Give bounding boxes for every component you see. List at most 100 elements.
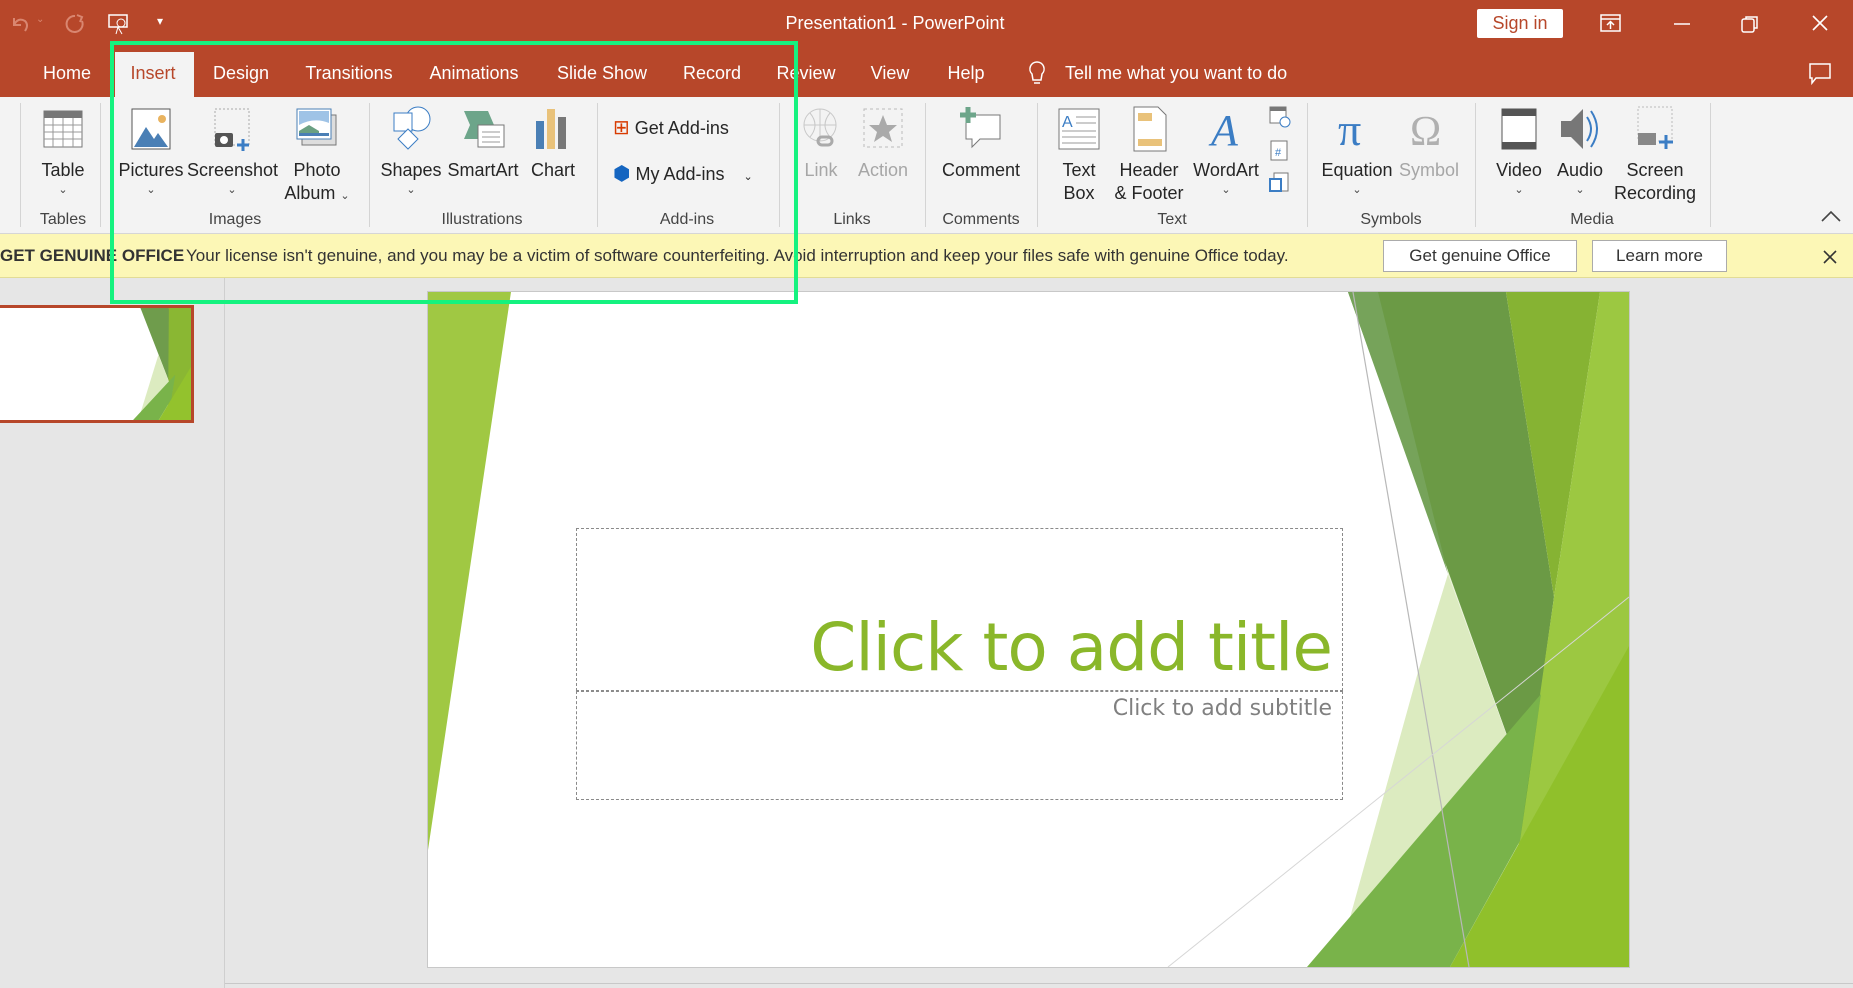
title-placeholder-text: Click to add title — [810, 609, 1333, 686]
group-label-tables: Tables — [39, 211, 87, 228]
tell-me-search[interactable]: Tell me what you want to do — [1065, 58, 1287, 88]
screen-recording-icon — [1637, 106, 1673, 149]
get-addins-button[interactable]: ⊞ Get Add-ins — [613, 115, 729, 140]
text-box-icon: A — [1058, 108, 1100, 150]
pictures-button[interactable]: Pictures ⌄ — [111, 105, 191, 198]
close-icon[interactable] — [1810, 13, 1830, 33]
action-label: Action — [857, 160, 909, 180]
comments-pane-icon[interactable] — [1808, 62, 1832, 86]
slide-canvas[interactable]: Click to add title Click to add subtitle — [428, 292, 1629, 967]
text-box-button[interactable]: A Text Box — [1049, 105, 1109, 205]
audio-label: Audio — [1556, 160, 1604, 180]
link-button[interactable]: Link — [791, 105, 851, 182]
tab-record[interactable]: Record — [683, 58, 741, 88]
text-box-label-2: Box — [1063, 183, 1095, 203]
equation-button[interactable]: π Equation ⌄ — [1317, 105, 1397, 198]
ribbon-tabs: Home Insert Design Transitions Animation… — [0, 48, 1853, 97]
pictures-label: Pictures — [118, 160, 184, 180]
svg-text:π: π — [1338, 105, 1361, 153]
video-button[interactable]: Video ⌄ — [1489, 105, 1549, 198]
header-footer-label-2: & Footer — [1114, 183, 1184, 203]
message-text: Your license isn't genuine, and you may … — [186, 246, 1289, 265]
smartart-icon — [464, 111, 505, 148]
subtitle-placeholder[interactable]: Click to add subtitle — [576, 691, 1343, 800]
chart-button[interactable]: Chart — [513, 105, 593, 182]
group-label-links: Links — [833, 211, 871, 228]
learn-more-button[interactable]: Learn more — [1592, 240, 1727, 272]
photo-album-button[interactable]: Photo Album ⌄ — [277, 105, 357, 205]
svg-text:A: A — [1208, 106, 1239, 153]
symbol-button[interactable]: Ω Symbol — [1396, 105, 1462, 182]
screen-recording-label-2: Recording — [1613, 183, 1697, 203]
comment-button[interactable]: Comment — [936, 105, 1026, 182]
tab-insert[interactable]: Insert — [130, 58, 175, 88]
equation-icon: π — [1338, 105, 1361, 153]
tab-animations[interactable]: Animations — [429, 58, 518, 88]
my-addins-button[interactable]: ⬢ My Add-ins ⌄ — [613, 161, 753, 186]
tab-transitions[interactable]: Transitions — [305, 58, 392, 88]
shapes-label: Shapes — [380, 160, 442, 180]
table-label: Table — [41, 160, 85, 180]
lightbulb-icon — [1029, 61, 1045, 84]
pictures-icon — [131, 108, 171, 150]
symbol-icon: Ω — [1410, 109, 1441, 153]
message-close-icon[interactable] — [1822, 249, 1838, 265]
action-icon — [863, 108, 903, 148]
ribbon-insert: Table ⌄ Pictures ⌄ Screenshot ⌄ Photo Album … — [0, 97, 1853, 234]
chart-label: Chart — [530, 160, 575, 180]
group-label-media: Media — [1570, 211, 1614, 228]
ribbon-display-options-icon[interactable] — [1600, 14, 1622, 34]
slide-thumbnail-1[interactable] — [0, 305, 194, 423]
text-box-label: Text — [1062, 160, 1096, 180]
group-label-symbols: Symbols — [1360, 211, 1422, 228]
get-genuine-office-button[interactable]: Get genuine Office — [1383, 240, 1577, 272]
slide-number-icon[interactable]: # — [1268, 139, 1292, 163]
table-button[interactable]: Table ⌄ — [23, 105, 103, 198]
title-placeholder[interactable]: Click to add title — [576, 528, 1343, 691]
thumbnail-pane — [0, 278, 225, 988]
audio-button[interactable]: Audio ⌄ — [1550, 105, 1610, 198]
group-label-illustrations: Illustrations — [441, 211, 523, 228]
photo-album-label-2: Album — [284, 183, 336, 203]
symbol-label: Symbol — [1398, 160, 1460, 180]
svg-text:#: # — [1275, 147, 1282, 159]
tab-review[interactable]: Review — [776, 58, 835, 88]
action-button[interactable]: Action — [853, 105, 913, 182]
group-label-text: Text — [1157, 211, 1187, 228]
video-icon — [1501, 108, 1537, 150]
screenshot-label: Screenshot — [187, 160, 279, 180]
comment-label: Comment — [941, 160, 1021, 180]
date-time-icon[interactable] — [1268, 105, 1292, 129]
message-title: GET GENUINE OFFICE — [0, 246, 185, 265]
group-label-comments: Comments — [942, 211, 1020, 228]
restore-icon[interactable] — [1740, 14, 1760, 34]
wordart-label: WordArt — [1193, 160, 1259, 180]
sign-in-button[interactable]: Sign in — [1477, 9, 1563, 38]
header-footer-icon — [1133, 106, 1167, 152]
table-icon — [43, 110, 83, 148]
equation-label: Equation — [1321, 160, 1393, 180]
collapse-ribbon-icon[interactable] — [1820, 209, 1842, 223]
tab-slide-show[interactable]: Slide Show — [557, 58, 647, 88]
subtitle-placeholder-text: Click to add subtitle — [1112, 696, 1332, 721]
tab-help[interactable]: Help — [947, 58, 984, 88]
tab-design[interactable]: Design — [213, 58, 269, 88]
get-addins-label: Get Add-ins — [634, 118, 729, 138]
tab-home[interactable]: Home — [43, 58, 91, 88]
comment-icon — [960, 107, 1001, 149]
minimize-icon[interactable] — [1672, 14, 1692, 34]
object-icon[interactable] — [1268, 171, 1292, 195]
tab-view[interactable]: View — [871, 58, 910, 88]
screenshot-icon — [214, 108, 250, 151]
shapes-button[interactable]: Shapes ⌄ — [371, 105, 451, 198]
horizontal-scrollbar[interactable] — [225, 983, 1853, 984]
group-label-addins: Add-ins — [659, 211, 715, 228]
wordart-icon: A — [1208, 106, 1239, 153]
get-addins-icon: ⊞ — [613, 117, 630, 139]
header-footer-button[interactable]: Header & Footer — [1109, 105, 1189, 205]
chart-icon — [536, 109, 566, 149]
screenshot-button[interactable]: Screenshot ⌄ — [187, 105, 279, 198]
screen-recording-button[interactable]: Screen Recording — [1610, 105, 1700, 205]
wordart-button[interactable]: A WordArt ⌄ — [1188, 105, 1264, 198]
header-footer-label: Header — [1119, 160, 1179, 180]
